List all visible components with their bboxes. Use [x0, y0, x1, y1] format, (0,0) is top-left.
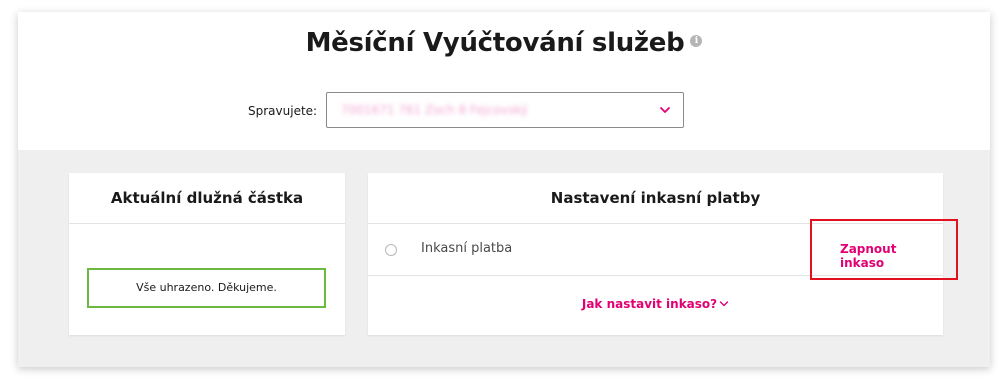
highlight-annotation [810, 219, 958, 280]
howto-direct-debit-link[interactable]: Jak nastavit inkaso? [368, 297, 943, 311]
account-select-value: 7001671 761 Zoch 8 Fejcovský [341, 103, 528, 117]
howto-direct-debit-label: Jak nastavit inkaso? [581, 297, 718, 311]
direct-debit-radio[interactable] [385, 244, 397, 256]
balance-panel-title: Aktuální dlužná částka [69, 173, 345, 224]
paid-status-box: Vše uhrazeno. Děkujeme. [87, 268, 326, 308]
page-header: Měsíční Vyúčtování služeb i Spravujete: 7… [18, 12, 990, 150]
info-icon[interactable]: i [690, 35, 703, 47]
account-select[interactable]: 7001671 761 Zoch 8 Fejcovský [326, 92, 684, 128]
account-select-label: Spravujete: [248, 104, 318, 118]
page-title: Měsíční Vyúčtování služeb [305, 28, 685, 58]
chevron-down-icon [660, 107, 670, 113]
direct-debit-option-label: Inkasní platba [421, 241, 513, 256]
billing-card: Měsíční Vyúčtování služeb i Spravujete: 7… [18, 12, 990, 367]
balance-panel: Aktuální dlužná částka Vše uhrazeno. Děk… [69, 173, 345, 335]
chevron-down-icon [719, 300, 729, 306]
title-row: Měsíční Vyúčtování služeb i [18, 28, 990, 58]
direct-debit-panel-title: Nastavení inkasní platby [368, 173, 943, 224]
